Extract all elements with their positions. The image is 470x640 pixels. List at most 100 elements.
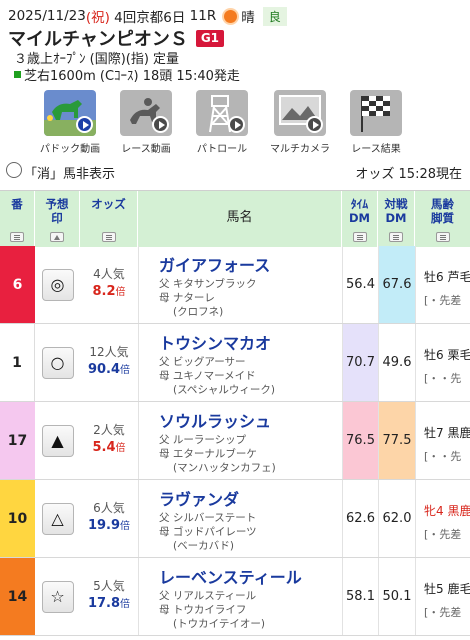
race-jockey-icon (120, 90, 172, 136)
battle-dm: 77.5 (378, 402, 415, 479)
filter-row: 「消」馬非表示 オッズ 15:28現在 (0, 159, 470, 185)
col-name-label: 馬名 (226, 210, 253, 225)
name-cell: ガイアフォース 父 キタサンブラック 母 ナターレ (クロフネ) (138, 246, 342, 323)
table-row[interactable]: 6 ◎ 4人気 8.2倍 ガイアフォース 父 キタサンブラック 母 ナターレ (… (0, 246, 470, 324)
age-coat: 牝4 黒鹿 (424, 504, 470, 518)
odds-cell: 12人気 90.4倍 (80, 324, 138, 401)
age-coat: 牡6 芦毛 (424, 270, 470, 284)
odds-value-wrap: 17.8倍 (80, 595, 138, 611)
horse-number: 6 (0, 246, 35, 323)
sort-icon[interactable] (10, 232, 24, 242)
sort-icon[interactable] (435, 232, 450, 242)
holiday-mark: (祝) (85, 10, 110, 26)
damsire: (スペシャルウィーク) (173, 384, 275, 396)
age-coat: 牡5 鹿毛 (424, 582, 470, 596)
race-video-button[interactable]: レース動画 (108, 90, 184, 156)
horse-number: 10 (0, 480, 35, 557)
dam: 母 エターナルブーケ (159, 448, 257, 460)
col-num-label: 番 (11, 197, 23, 211)
time-dm: 76.5 (342, 402, 378, 479)
mark-cell: ○ (35, 324, 80, 401)
mark-button[interactable]: ◎ (41, 268, 74, 301)
mark-button[interactable]: △ (41, 502, 74, 535)
multi-camera-button[interactable]: マルチカメラ (262, 90, 338, 156)
checkered-flag-icon (350, 90, 402, 136)
dam: 母 ゴッドパイレーツ (159, 526, 257, 538)
race-result-label: レース結果 (351, 144, 401, 155)
play-icon (152, 116, 169, 133)
play-icon (228, 116, 245, 133)
sort-icon[interactable] (389, 232, 403, 242)
odds-unit: 倍 (120, 521, 131, 532)
meeting-info: 4回京都6日 (114, 10, 186, 26)
odds-cell: 2人気 5.4倍 (80, 402, 138, 479)
mark-cell: ◎ (35, 246, 80, 323)
sire: 父 ルーラーシップ (159, 434, 247, 446)
name-cell: ラヴァンダ 父 シルバーステート 母 ゴッドパイレーツ (ベーカバド) (138, 480, 342, 557)
battle-dm: 62.0 (378, 480, 415, 557)
col-mark-label: 予想 印 (45, 197, 69, 225)
odds-value: 90.4 (87, 362, 121, 377)
horse-name-link[interactable]: レーベンスティール (159, 564, 302, 588)
sort-up-icon[interactable] (50, 232, 64, 242)
odds-unit: 倍 (115, 443, 126, 454)
running-style: [・先差 (424, 528, 462, 541)
odds-value-wrap: 5.4倍 (80, 439, 138, 455)
name-cell: レーベンスティール 父 リアルスティール 母 トウカイライフ (トウカイテイオー… (138, 558, 342, 635)
col-battle-dm-label: 対戦 DM (384, 197, 408, 225)
race-meta-line: 2025/11/23 (祝) 4回京都6日 11R 晴 良 (8, 6, 287, 26)
play-icon (76, 116, 93, 133)
track-condition-badge: 良 (262, 6, 287, 26)
paddock-horse-icon (44, 90, 96, 136)
col-age[interactable]: 馬齢 脚質 (415, 191, 470, 247)
sort-icon[interactable] (352, 232, 367, 242)
odds-value-wrap: 8.2倍 (80, 283, 138, 299)
table-row[interactable]: 17 ▲ 2人気 5.4倍 ソウルラッシュ 父 ルーラーシップ 母 エターナルブ… (0, 402, 470, 480)
col-name: 馬名 (138, 191, 342, 247)
damsire: (トウカイテイオー) (173, 618, 265, 630)
age-coat: 牡7 黒鹿 (424, 426, 470, 440)
sort-icon[interactable] (101, 232, 116, 242)
hide-scratched-checkbox[interactable] (6, 162, 22, 178)
age-cell: 牝4 黒鹿 [・先差 (415, 480, 470, 557)
paddock-video-button[interactable]: パドック動画 (32, 90, 108, 156)
col-battle-dm[interactable]: 対戦 DM (378, 191, 415, 247)
col-mark[interactable]: 予想 印 (35, 191, 80, 247)
running-style: [・先差 (424, 606, 462, 619)
col-odds-label: オッズ (91, 197, 126, 211)
table-row[interactable]: 10 △ 6人気 19.9倍 ラヴァンダ 父 シルバーステート 母 ゴッドパイレ… (0, 480, 470, 558)
mark-button[interactable]: ▲ (41, 424, 74, 457)
sun-icon (224, 9, 238, 23)
col-time-dm[interactable]: ﾀｲﾑ DM (342, 191, 378, 247)
multi-camera-icon (274, 90, 326, 136)
odds-cell: 5人気 17.8倍 (80, 558, 138, 635)
hide-scratched-label[interactable]: 「消」馬非表示 (24, 163, 115, 182)
age-cell: 牡7 黒鹿 [・・先 (415, 402, 470, 479)
mark-button[interactable]: ○ (41, 346, 74, 379)
race-header: 2025/11/23 (祝) 4回京都6日 11R 晴 良 マイルチャンピオンＳ … (0, 0, 470, 88)
col-odds[interactable]: オッズ (80, 191, 138, 247)
running-style: [・・先 (424, 372, 462, 385)
patrol-tower-icon (196, 90, 248, 136)
age-cell: 牡5 鹿毛 [・先差 (415, 558, 470, 635)
table-row[interactable]: 14 ☆ 5人気 17.8倍 レーベンスティール 父 リアルスティール 母 トウ… (0, 558, 470, 636)
patrol-video-button[interactable]: パトロール (184, 90, 260, 156)
mark-cell: △ (35, 480, 80, 557)
damsire: (ベーカバド) (173, 540, 235, 552)
horse-name-link[interactable]: ラヴァンダ (159, 486, 239, 510)
play-icon (306, 116, 323, 133)
age-coat: 牡6 栗毛 (424, 348, 470, 362)
horse-name-link[interactable]: トウシンマカオ (159, 330, 271, 354)
race-date: 2025/11/23 (8, 8, 86, 24)
table-header: 番 予想 印 オッズ 馬名 ﾀｲﾑ DM 対戦 DM 馬齢 脚質 (0, 190, 470, 247)
popularity: 12人気 (89, 345, 129, 359)
table-row[interactable]: 1 ○ 12人気 90.4倍 トウシンマカオ 父 ビッグアーサー 母 ユキノマー… (0, 324, 470, 402)
col-num[interactable]: 番 (0, 191, 35, 247)
odds-unit: 倍 (120, 365, 131, 376)
horse-name-link[interactable]: ソウルラッシュ (159, 408, 271, 432)
damsire: (マンハッタンカフェ) (173, 462, 276, 474)
race-result-button[interactable]: レース結果 (338, 90, 414, 156)
horse-name-link[interactable]: ガイアフォース (159, 252, 270, 276)
mark-button[interactable]: ☆ (41, 580, 74, 613)
time-dm: 58.1 (342, 558, 378, 635)
